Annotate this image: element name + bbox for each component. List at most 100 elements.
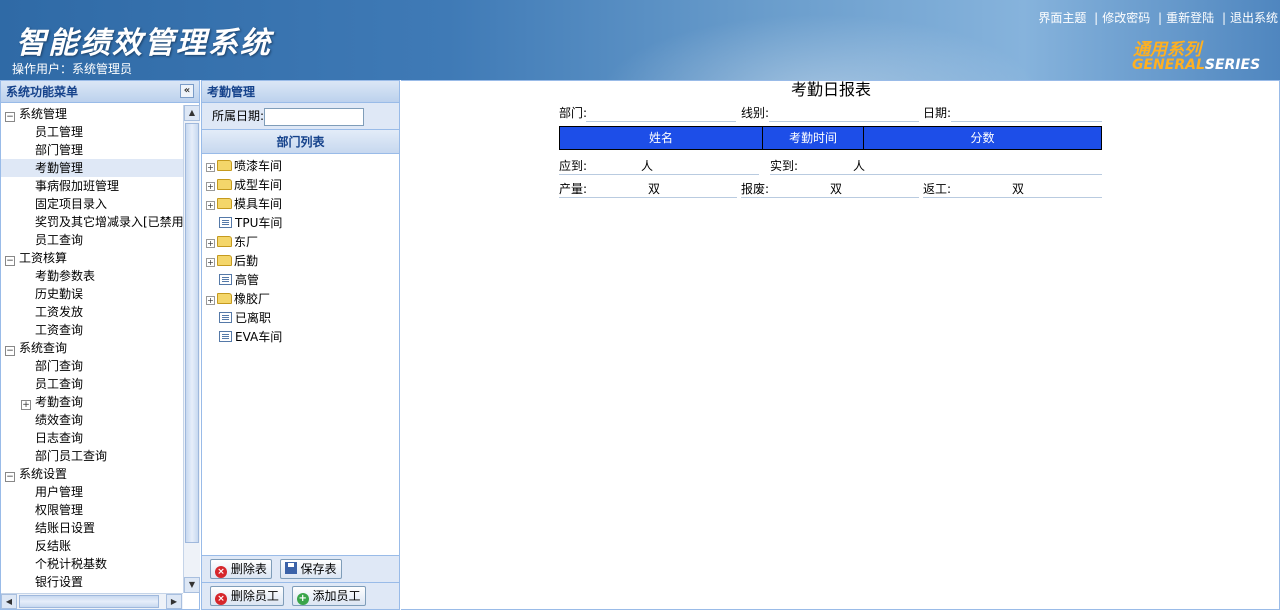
menu-item[interactable]: 部门查询 [1, 357, 183, 375]
menu-item[interactable]: 结账日设置 [1, 519, 183, 537]
link-change-password[interactable]: 修改密码 [1102, 11, 1150, 25]
scrap-label: 报废: [741, 182, 770, 196]
add-employee-button[interactable]: + 添加员工 [291, 586, 366, 606]
menu-horizontal-scrollbar[interactable]: ◀ ▶ [1, 593, 183, 609]
menu-item[interactable]: 部门员工查询 [1, 447, 183, 465]
dept-node-label: 喷漆车间 [234, 159, 283, 173]
menu-item[interactable]: 日志查询 [1, 429, 183, 447]
menu-item[interactable]: 员工查询 [1, 231, 183, 249]
scroll-left-icon[interactable]: ◀ [1, 594, 17, 609]
dept-tree-node[interactable]: + 喷漆车间 [206, 157, 399, 176]
menu-item[interactable]: 员工查询 [1, 375, 183, 393]
menu-item[interactable]: 反结账 [1, 537, 183, 555]
menu-group[interactable]: − 系统管理 [1, 105, 183, 123]
menu-item[interactable]: 事病假加班管理 [1, 177, 183, 195]
menu-group[interactable]: + 考勤查询 [1, 393, 183, 411]
collapse-tree-icon[interactable]: − [5, 472, 15, 482]
menu-item[interactable]: 奖罚及其它增减录入[已禁用 [1, 213, 183, 231]
dept-tree-node[interactable]: TPU车间 [206, 214, 399, 233]
menu-label: 权限管理 [35, 503, 84, 517]
output-unit: 双 [648, 182, 661, 196]
menu-item[interactable]: 银行设置 [1, 573, 183, 591]
collapse-icon[interactable]: « [180, 84, 194, 98]
delete-table-button[interactable]: × 删除表 [210, 559, 272, 579]
collapse-tree-icon[interactable]: − [5, 346, 15, 356]
scroll-up-icon[interactable]: ▲ [184, 105, 200, 121]
menu-item[interactable]: 用户管理 [1, 483, 183, 501]
menu-item[interactable]: 权限管理 [1, 501, 183, 519]
menu-label: 事病假加班管理 [35, 179, 120, 193]
menu-item[interactable]: 个税计税基数 [1, 555, 183, 573]
menu-item[interactable]: 工资发放 [1, 303, 183, 321]
app-header: 智能绩效管理系统 操作用户：系统管理员 界面主题 | 修改密码 | 重新登陆 | 退出… [0, 0, 1280, 80]
folder-icon [217, 198, 232, 209]
folder-icon [217, 236, 232, 247]
expand-icon[interactable]: + [206, 201, 215, 210]
dept-tree-node[interactable]: + 成型车间 [206, 176, 399, 195]
date-row: 所属日期: [202, 103, 399, 130]
menu-label: 日志查询 [35, 431, 84, 445]
menu-label: 工资查询 [35, 323, 84, 337]
rework-line [923, 197, 1102, 198]
expand-icon[interactable]: + [206, 163, 215, 172]
collapse-tree-icon[interactable]: − [5, 256, 15, 266]
menu-label: 员工查询 [35, 233, 84, 247]
brand-en-series: SERIES [1204, 57, 1261, 73]
dept-tree-node[interactable]: 已离职 [206, 309, 399, 328]
menu-item[interactable]: 绩效查询 [1, 411, 183, 429]
expand-icon[interactable]: + [206, 258, 215, 267]
dept-node-label: 橡胶厂 [234, 292, 271, 306]
report-area: 考勤日报表 部门: 线别: 日期: 姓名 考勤时间 分数 应到: 人 实到: 人… [401, 80, 1280, 610]
menu-item[interactable]: 考勤管理 [1, 159, 183, 177]
link-theme[interactable]: 界面主题 [1038, 11, 1086, 25]
scroll-thumb[interactable] [185, 123, 199, 543]
scroll-right-icon[interactable]: ▶ [166, 594, 182, 609]
menu-item[interactable]: 部门管理 [1, 141, 183, 159]
function-menu-header: 系统功能菜单 « [1, 81, 199, 103]
folder-icon [217, 160, 232, 171]
dept-tree: + 喷漆车间 + 成型车间 + 模具车间 TPU车间 + 东厂 + 后勤 高管 + 橡胶厂已离职 EVA车间 [202, 154, 399, 347]
dept-tree-node[interactable]: + 橡胶厂 [206, 290, 399, 309]
link-relogin[interactable]: 重新登陆 [1166, 11, 1214, 25]
dept-tree-node[interactable]: + 模具车间 [206, 195, 399, 214]
expand-icon[interactable]: + [21, 400, 31, 410]
menu-item[interactable]: 工资查询 [1, 321, 183, 339]
expand-icon[interactable]: + [206, 296, 215, 305]
menu-group[interactable]: − 工资核算 [1, 249, 183, 267]
dept-tree-node[interactable]: + 后勤 [206, 252, 399, 271]
function-menu-panel: 系统功能菜单 « − 系统管理 员工管理 部门管理考勤管理事病假加班管理固定项目录入奖… [0, 80, 200, 610]
save-table-button[interactable]: 保存表 [279, 559, 342, 579]
menu-vertical-scrollbar[interactable]: ▲ ▼ [183, 105, 200, 593]
menu-label: 用户管理 [35, 485, 84, 499]
table-toolbar: × 删除表 保存表 [202, 555, 399, 582]
attendance-panel-title: 考勤管理 [202, 81, 399, 103]
dept-node-label: 已离职 [235, 311, 272, 325]
delete-employee-button[interactable]: × 删除员工 [210, 586, 284, 606]
employee-toolbar: × 删除员工 + 添加员工 [202, 582, 399, 609]
scroll-thumb-horizontal[interactable] [19, 595, 159, 608]
add-employee-label: 添加员工 [312, 589, 361, 603]
dept-tree-node[interactable]: EVA车间 [206, 328, 399, 347]
menu-label: 考勤参数表 [35, 269, 96, 283]
menu-group[interactable]: − 系统设置 [1, 465, 183, 483]
collapse-tree-icon[interactable]: − [5, 112, 15, 122]
menu-group[interactable]: − 系统查询 [1, 339, 183, 357]
dept-tree-node[interactable]: + 东厂 [206, 233, 399, 252]
delete-employee-label: 删除员工 [230, 589, 279, 603]
menu-label: 部门查询 [35, 359, 84, 373]
add-icon: + [296, 593, 309, 605]
menu-item[interactable]: 考勤参数表 [1, 267, 183, 285]
menu-label: 工资发放 [35, 305, 84, 319]
menu-item[interactable]: 历史勤误 [1, 285, 183, 303]
link-logout[interactable]: 退出系统 [1230, 11, 1278, 25]
menu-item[interactable]: 固定项目录入 [1, 195, 183, 213]
expand-icon[interactable]: + [206, 239, 215, 248]
menu-label: 考勤管理 [35, 161, 84, 175]
scroll-down-icon[interactable]: ▼ [184, 577, 200, 593]
menu-item[interactable]: 员工管理 [1, 123, 183, 141]
expand-icon[interactable]: + [206, 182, 215, 191]
date-input[interactable] [264, 107, 365, 126]
dept-label: 部门: [559, 106, 588, 120]
app-title: 智能绩效管理系统 [16, 26, 272, 61]
dept-tree-node[interactable]: 高管 [206, 271, 399, 290]
